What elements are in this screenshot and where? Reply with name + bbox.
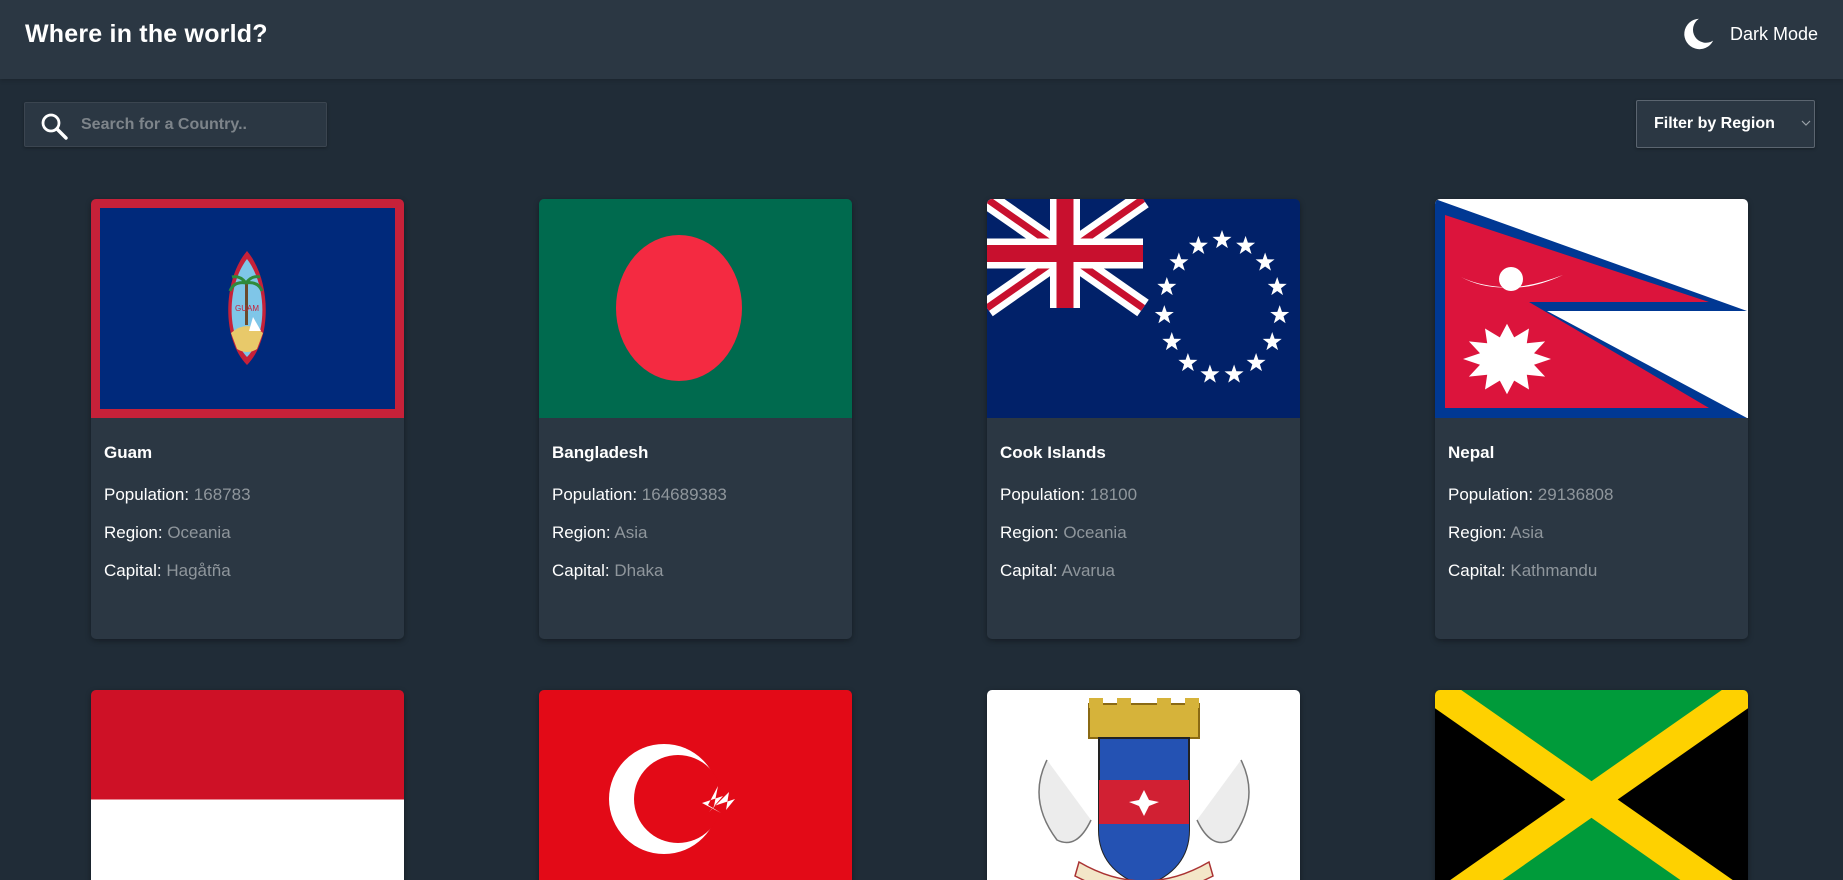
capital-label: Capital:: [552, 561, 615, 580]
country-name: Nepal: [1448, 443, 1495, 462]
capital-value: Kathmandu: [1510, 561, 1598, 580]
population-label: Population:: [1448, 485, 1538, 504]
region-row: Region: Asia: [552, 523, 839, 543]
capital-row: Capital: Avarua: [1000, 561, 1287, 581]
guam-flag: GUAM: [91, 199, 404, 418]
country-card-jamaica[interactable]: [1435, 690, 1748, 880]
population-value: 164689383: [641, 485, 727, 504]
population-row: Population: 18100: [1000, 485, 1287, 505]
country-card-saint-barthelemy[interactable]: [987, 690, 1300, 880]
cook-islands-flag: [987, 199, 1300, 418]
capital-value: Hagåtña: [166, 561, 231, 580]
capital-row: Capital: Kathmandu: [1448, 561, 1735, 581]
population-row: Population: 29136808: [1448, 485, 1735, 505]
capital-label: Capital:: [1448, 561, 1511, 580]
region-value: Oceania: [167, 523, 231, 542]
country-name: Cook Islands: [1000, 443, 1106, 462]
population-label: Population:: [552, 485, 642, 504]
bangladesh-flag: [539, 199, 852, 418]
country-card-cook-islands[interactable]: Cook Islands Population: 18100 Region: O…: [987, 199, 1300, 639]
indonesia-flag: [91, 690, 404, 880]
chevron-down-icon: [1801, 120, 1811, 126]
country-name: Guam: [104, 443, 153, 462]
country-card-guam[interactable]: GUAM Guam Population: 168783 Region: Oce…: [91, 199, 404, 639]
region-label: Region:: [104, 523, 168, 542]
search-input[interactable]: [81, 103, 321, 146]
dark-mode-toggle[interactable]: Dark Mode: [1678, 14, 1818, 54]
country-card-nepal[interactable]: Nepal Population: 29136808 Region: Asia …: [1435, 199, 1748, 639]
svg-text:GUAM: GUAM: [235, 304, 259, 313]
population-row: Population: 164689383: [552, 485, 839, 505]
country-name: Bangladesh: [552, 443, 649, 462]
capital-label: Capital:: [104, 561, 167, 580]
capital-value: Avarua: [1061, 561, 1115, 580]
app-header: Where in the world? Dark Mode: [0, 0, 1843, 79]
capital-label: Capital:: [1000, 561, 1062, 580]
region-label: Region:: [1448, 523, 1511, 542]
country-card-indonesia[interactable]: [91, 690, 404, 880]
region-label: Region:: [1000, 523, 1064, 542]
region-row: Region: Oceania: [1000, 523, 1287, 543]
region-row: Region: Oceania: [104, 523, 391, 543]
population-label: Population:: [104, 485, 194, 504]
country-card-turkey[interactable]: [539, 690, 852, 880]
saint-barthelemy-flag: [987, 690, 1300, 880]
app-title: Where in the world?: [25, 20, 268, 48]
turkey-flag: [539, 690, 852, 880]
nepal-flag: [1435, 199, 1748, 418]
country-card-bangladesh[interactable]: Bangladesh Population: 164689383 Region:…: [539, 199, 852, 639]
population-value: 168783: [193, 485, 251, 504]
capital-row: Capital: Dhaka: [552, 561, 839, 581]
population-value: 29136808: [1537, 485, 1614, 504]
dark-mode-label: Dark Mode: [1729, 23, 1818, 44]
region-value: Oceania: [1063, 523, 1127, 542]
search-box[interactable]: [24, 102, 327, 147]
capital-value: Dhaka: [614, 561, 664, 580]
region-row: Region: Asia: [1448, 523, 1735, 543]
population-label: Population:: [1000, 485, 1090, 504]
capital-row: Capital: Hagåtña: [104, 561, 391, 581]
region-filter-dropdown[interactable]: Filter by Region: [1636, 100, 1815, 148]
population-value: 18100: [1089, 485, 1138, 504]
region-label: Region:: [552, 523, 615, 542]
region-filter-label: Filter by Region: [1654, 115, 1775, 132]
moon-icon: [1684, 18, 1714, 50]
jamaica-flag: [1435, 690, 1748, 880]
search-icon: [41, 113, 68, 140]
region-value: Asia: [614, 523, 648, 542]
region-value: Asia: [1510, 523, 1544, 542]
population-row: Population: 168783: [104, 485, 391, 505]
